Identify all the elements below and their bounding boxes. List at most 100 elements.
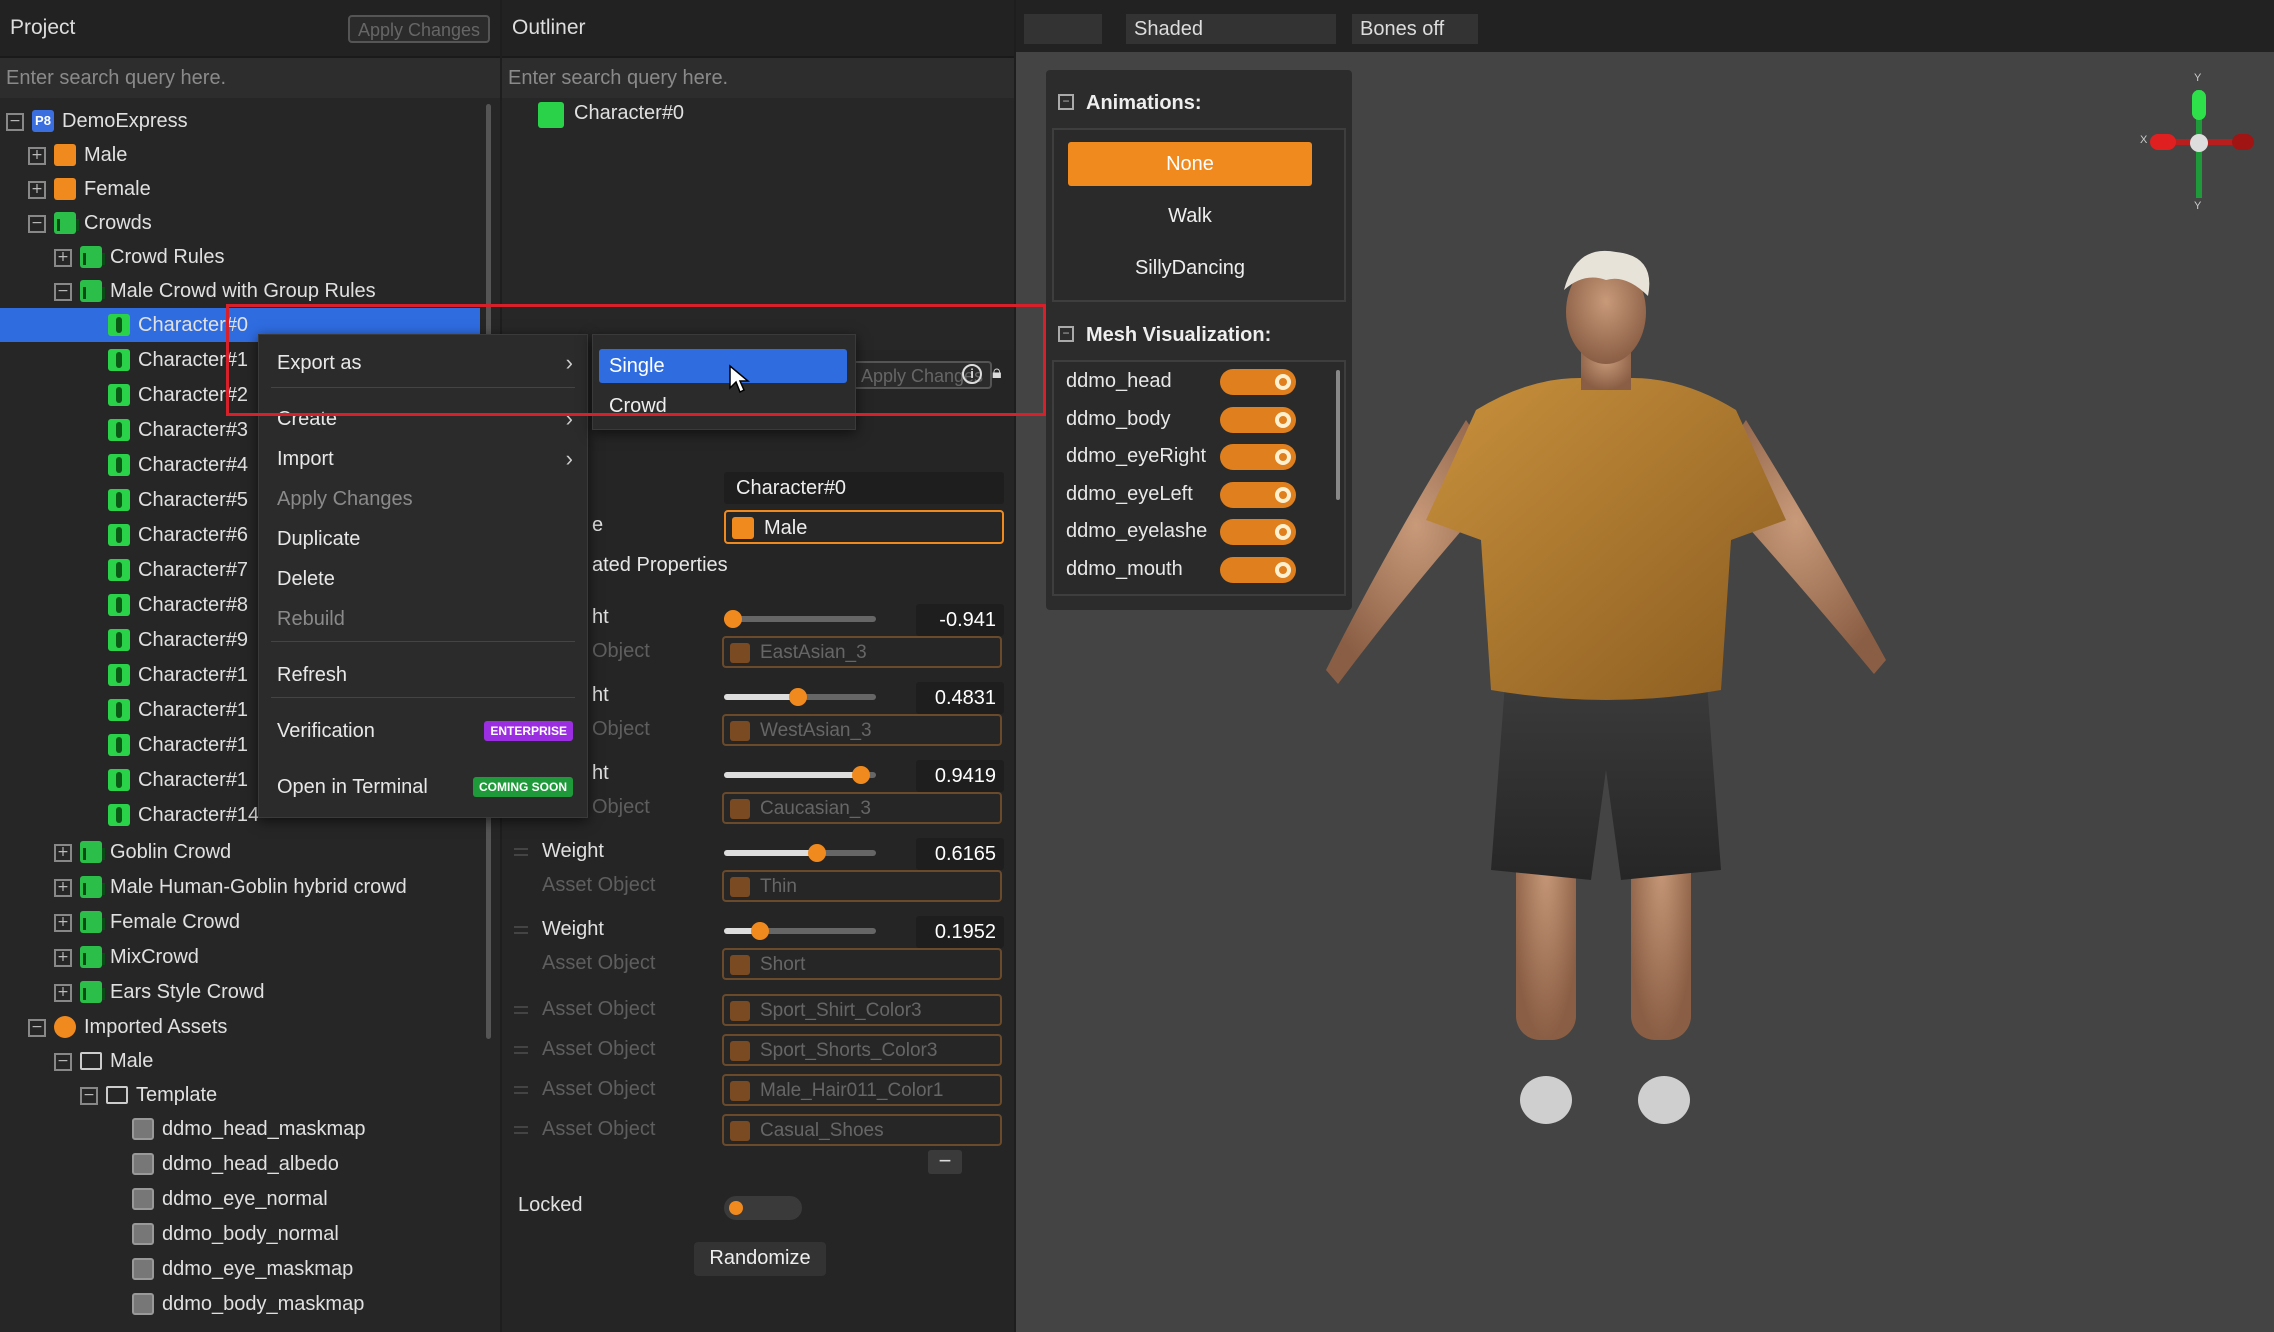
y-axis-handle[interactable]: [2192, 90, 2206, 120]
tree-item[interactable]: ddmo_body_normal: [0, 1217, 480, 1251]
expand-icon[interactable]: +: [28, 181, 46, 199]
tree-item[interactable]: − Male: [0, 1044, 480, 1078]
mesh-visibility-toggle[interactable]: [1220, 519, 1296, 545]
gizmo-center[interactable]: [2190, 134, 2208, 152]
randomize-button[interactable]: Randomize: [694, 1242, 826, 1276]
collapse-icon[interactable]: −: [28, 1019, 46, 1037]
toggle-knob: [1275, 524, 1291, 540]
expand-icon[interactable]: +: [54, 879, 72, 897]
apply-changes-button[interactable]: Apply Changes: [348, 15, 490, 43]
mesh-visibility-toggle[interactable]: [1220, 556, 1296, 583]
collapse-icon[interactable]: −: [6, 113, 24, 131]
tree-item[interactable]: − Crowds: [0, 206, 480, 240]
tree-item[interactable]: − P8 DemoExpress: [0, 104, 480, 138]
tree-item[interactable]: − Imported Assets: [0, 1010, 480, 1044]
character-name-field[interactable]: Character#0: [724, 472, 1004, 504]
tree-item[interactable]: ddmo_head_maskmap: [0, 1112, 480, 1146]
collapse-icon[interactable]: −: [54, 1053, 72, 1071]
weight-slider[interactable]: [724, 844, 876, 862]
slider-knob[interactable]: [851, 766, 870, 784]
expand-icon[interactable]: +: [54, 949, 72, 967]
character-model[interactable]: [1326, 250, 1886, 1150]
tree-item[interactable]: ddmo_body_maskmap: [0, 1287, 480, 1321]
weight-slider[interactable]: [724, 922, 876, 940]
tree-item[interactable]: + Male: [0, 138, 480, 172]
locked-toggle[interactable]: [724, 1196, 802, 1220]
outliner-search-input[interactable]: Enter search query here.: [502, 58, 1014, 98]
outliner-item[interactable]: Character#0: [574, 102, 684, 125]
context-menu-item[interactable]: Refresh: [259, 657, 587, 693]
collapse-icon[interactable]: −: [1058, 94, 1074, 110]
tree-item[interactable]: − Male Crowd with Group Rules: [0, 274, 480, 308]
animation-sillydancing-button[interactable]: SillyDancing: [1068, 246, 1312, 290]
expand-icon[interactable]: +: [28, 147, 46, 165]
context-menu-item[interactable]: Open in Terminal COMING SOON: [259, 769, 587, 805]
menu-item-label: Import: [277, 448, 334, 470]
enterprise-badge: ENTERPRISE: [484, 721, 573, 741]
context-menu-item[interactable]: Verification ENTERPRISE: [259, 713, 587, 749]
crowd-rules-icon: [80, 246, 105, 268]
context-menu-item[interactable]: Import ›: [259, 441, 587, 477]
tree-item-label: Female: [84, 178, 151, 200]
tree-item[interactable]: ddmo_eye_normal: [0, 1182, 480, 1216]
collapse-icon[interactable]: −: [28, 215, 46, 233]
shaded-tab[interactable]: Shaded: [1126, 14, 1336, 44]
axis-gizmo[interactable]: Y Y X: [2140, 72, 2260, 216]
mesh-visibility-toggle[interactable]: [1220, 369, 1296, 395]
project-search-input[interactable]: Enter search query here.: [0, 58, 500, 98]
expand-icon[interactable]: +: [54, 249, 72, 267]
remove-button[interactable]: −: [928, 1150, 962, 1174]
context-menu-item[interactable]: Duplicate: [259, 521, 587, 557]
slider-knob[interactable]: [724, 610, 743, 628]
context-menu-item[interactable]: Delete: [259, 561, 587, 597]
tree-item-label: Female Crowd: [110, 911, 241, 933]
x-axis-handle[interactable]: [2150, 134, 2176, 150]
tree-item[interactable]: + MixCrowd: [0, 940, 480, 974]
tree-item[interactable]: + Male Human-Goblin hybrid crowd: [0, 870, 480, 904]
mesh-visibility-toggle[interactable]: [1220, 444, 1296, 470]
tree-item-label: ddmo_head_albedo: [162, 1153, 339, 1175]
collapse-icon[interactable]: −: [1058, 326, 1074, 342]
expand-icon[interactable]: +: [54, 984, 72, 1002]
viewport[interactable]: Shaded Bones off Y Y X − Animations: Non…: [1016, 0, 2274, 1332]
menu-item-label: Delete: [277, 568, 335, 590]
animation-none-button[interactable]: None: [1068, 142, 1312, 186]
tree-item[interactable]: + Ears Style Crowd: [0, 975, 480, 1009]
tree-item[interactable]: ddmo_eye_maskmap: [0, 1252, 480, 1286]
project-title: Project: [10, 16, 76, 39]
mesh-visibility-toggle[interactable]: [1220, 406, 1296, 433]
weight-slider[interactable]: [724, 766, 876, 784]
x-axis-neg-handle[interactable]: [2232, 134, 2254, 150]
tree-item-label: Character#8: [138, 594, 249, 616]
menu-item-label: Refresh: [277, 664, 348, 686]
texture-icon: [132, 1223, 154, 1245]
tree-item[interactable]: + Female: [0, 172, 480, 206]
slider-fill: [724, 694, 799, 700]
tree-item[interactable]: − Template: [0, 1078, 480, 1112]
expand-icon[interactable]: +: [54, 914, 72, 932]
tree-item[interactable]: + Female Crowd: [0, 905, 480, 939]
collapse-icon[interactable]: −: [80, 1087, 98, 1105]
bones-toggle-tab[interactable]: Bones off: [1352, 14, 1478, 44]
character-icon: [108, 594, 130, 616]
tree-item[interactable]: + Crowd Rules: [0, 240, 480, 274]
crowd-icon: [80, 911, 105, 933]
mesh-visualization-title: Mesh Visualization:: [1086, 324, 1272, 346]
collapse-icon[interactable]: −: [54, 283, 72, 301]
tree-item[interactable]: + Goblin Crowd: [0, 835, 480, 869]
folder-icon: [54, 212, 79, 234]
weight-slider[interactable]: [724, 688, 876, 706]
menu-item-label: Duplicate: [277, 528, 361, 550]
weight-slider[interactable]: [724, 610, 876, 628]
expand-icon[interactable]: +: [54, 844, 72, 862]
mesh-visibility-toggle[interactable]: [1220, 481, 1296, 508]
animation-walk-button[interactable]: Walk: [1068, 194, 1312, 238]
slider-knob[interactable]: [807, 844, 826, 862]
tree-item[interactable]: ddmo_head_albedo: [0, 1147, 480, 1181]
viewport-tab-blank[interactable]: [1024, 14, 1102, 44]
tree-item-label: Imported Assets: [84, 1016, 228, 1038]
crowd-icon: [80, 841, 105, 863]
template-field[interactable]: Male: [724, 510, 1004, 544]
menu-item-label: Rebuild: [277, 608, 345, 630]
chevron-right-icon: ›: [565, 446, 573, 471]
